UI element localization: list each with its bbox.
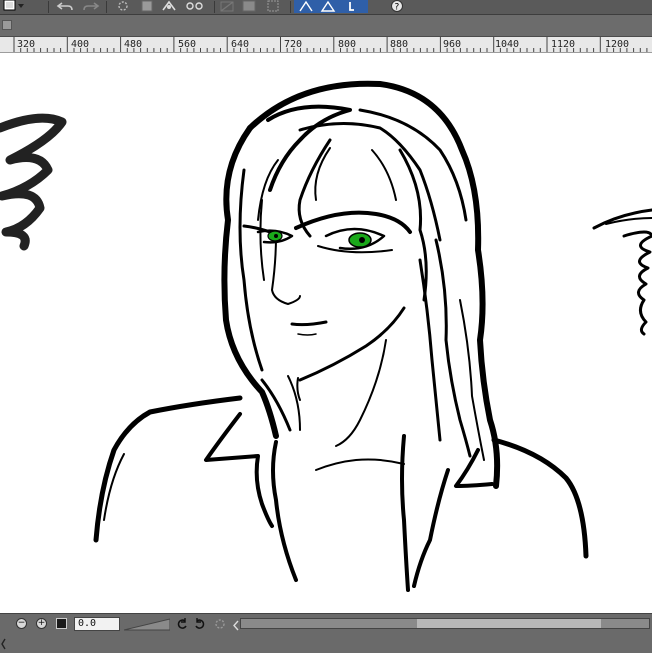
- undo-icon[interactable]: [54, 0, 76, 13]
- ruler-label: 1040: [495, 39, 520, 50]
- ruler-label: 720: [284, 39, 303, 50]
- svg-text:?: ?: [395, 3, 400, 13]
- zoom-out-icon[interactable]: −: [16, 618, 27, 629]
- fill-icon[interactable]: [184, 0, 206, 13]
- select-icon[interactable]: [218, 0, 236, 13]
- ruler-label: 1120: [551, 39, 576, 50]
- ruler-label: 960: [443, 39, 462, 50]
- ruler-label: 320: [17, 39, 36, 50]
- drawing-canvas[interactable]: [0, 53, 652, 613]
- ruler-label: 480: [124, 39, 143, 50]
- ruler-label: 800: [338, 39, 357, 50]
- redo-icon[interactable]: [80, 0, 102, 13]
- canvas-tab-bar: [0, 15, 652, 37]
- grid-icon[interactable]: [264, 0, 282, 13]
- top-toolbar: ?: [0, 0, 652, 15]
- scrollbar-thumb[interactable]: [417, 619, 601, 628]
- ruler-label: 1200: [605, 39, 630, 50]
- tab-menu-icon[interactable]: [2, 20, 12, 30]
- rotate-right-icon[interactable]: [194, 617, 206, 629]
- line-art-drawing: [0, 80, 652, 592]
- rotate-left-icon[interactable]: [176, 617, 188, 629]
- fit-screen-icon[interactable]: [56, 618, 67, 629]
- ruler-label: 560: [178, 39, 197, 50]
- zoom-in-icon[interactable]: +: [36, 618, 47, 629]
- zoom-value-field[interactable]: 0.0: [74, 617, 120, 631]
- transform-icon[interactable]: [160, 0, 178, 13]
- clear-icon[interactable]: [114, 0, 132, 13]
- help-icon[interactable]: ?: [382, 0, 412, 13]
- reset-rotation-icon[interactable]: [214, 617, 226, 629]
- cut-icon[interactable]: [138, 0, 156, 13]
- horizontal-scrollbar[interactable]: [240, 618, 650, 629]
- bottom-status-bar: − + 0.0: [0, 613, 652, 653]
- snap-icon[interactable]: [294, 0, 368, 13]
- scroll-left-edge-icon[interactable]: [0, 636, 8, 652]
- scroll-left-icon[interactable]: [232, 618, 240, 631]
- horizontal-ruler: 320 400 480 560 640 720 800 880 960 1040…: [0, 37, 652, 53]
- pen-setting-icon[interactable]: [240, 0, 258, 13]
- layer-color-icon[interactable]: [2, 0, 28, 13]
- zoom-slider[interactable]: [123, 617, 171, 631]
- ruler-label: 400: [71, 39, 90, 50]
- ruler-label: 640: [231, 39, 250, 50]
- ruler-label: 880: [390, 39, 409, 50]
